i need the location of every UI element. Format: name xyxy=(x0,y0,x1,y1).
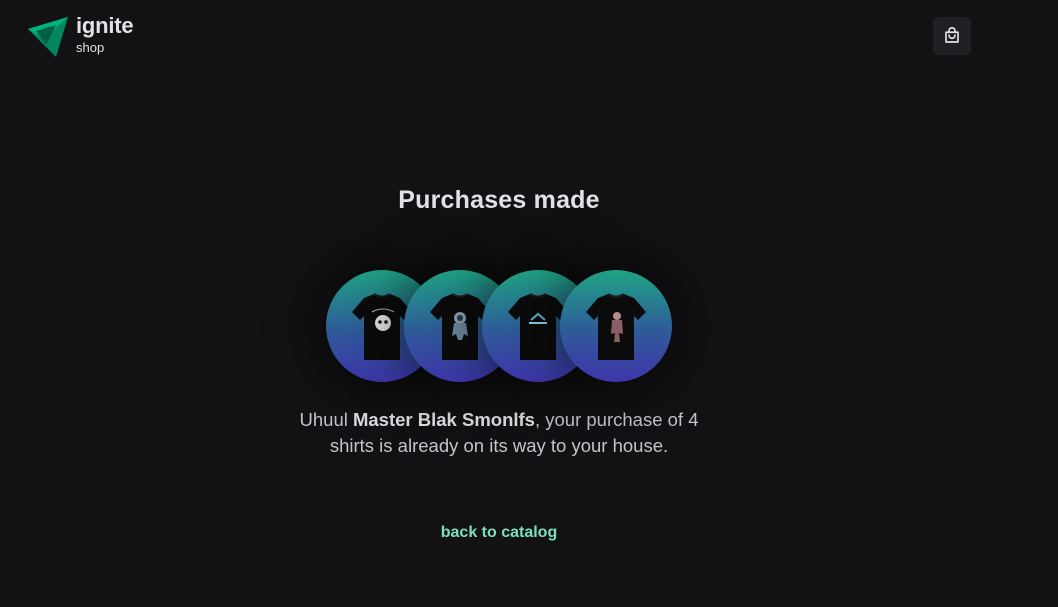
logo-text: ignite shop xyxy=(76,13,134,55)
page-title: Purchases made xyxy=(398,186,600,214)
back-to-catalog-link[interactable]: back to catalog xyxy=(441,524,557,541)
customer-name: Master Blak Smonlfs xyxy=(352,409,535,430)
page: ignite shop Purchases made Uhuul Master … xyxy=(0,0,1058,607)
logo-mark-icon xyxy=(28,17,68,57)
shopping-bag-icon xyxy=(945,27,959,43)
tshirt-figure-print-icon xyxy=(586,293,646,360)
logo[interactable]: ignite shop xyxy=(26,13,134,59)
message-prefix: Uhuul xyxy=(299,409,353,430)
logo-title: ignite xyxy=(76,13,134,38)
back-link-container: back to catalog xyxy=(0,524,998,542)
purchase-message: Uhuul Master Blak Smonlfs, your purchase… xyxy=(298,407,700,459)
cart-button[interactable] xyxy=(933,17,971,55)
logo-subtitle: shop xyxy=(76,40,105,55)
purchased-shirts xyxy=(326,270,672,382)
shirt-thumbnail xyxy=(560,270,672,382)
